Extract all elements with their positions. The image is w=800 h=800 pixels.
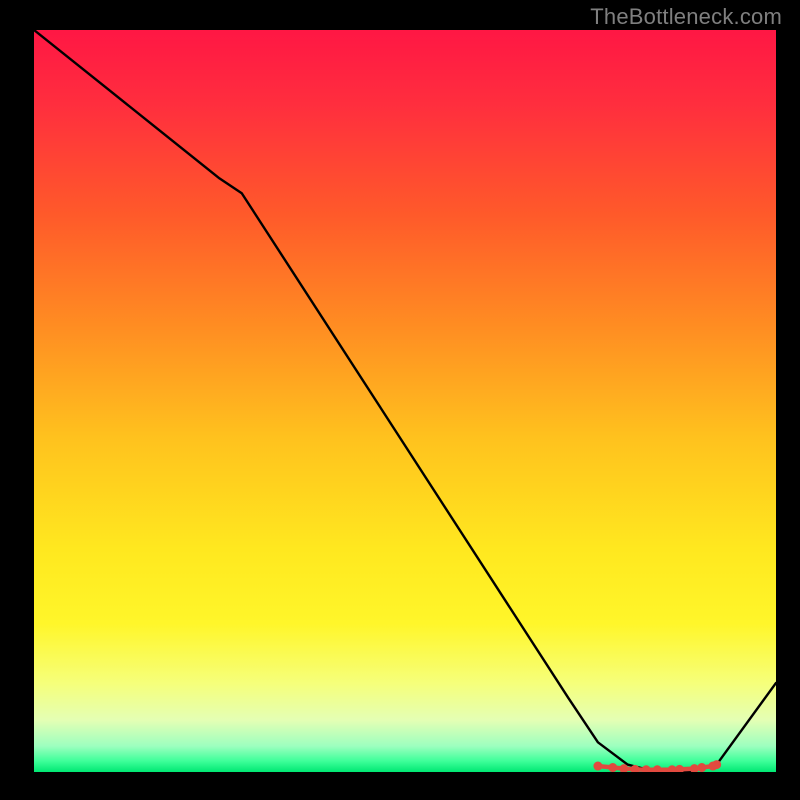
plot-area bbox=[34, 30, 776, 772]
chart-svg bbox=[34, 30, 776, 772]
marker-point bbox=[712, 760, 721, 769]
gradient-background bbox=[34, 30, 776, 772]
chart-container: TheBottleneck.com bbox=[0, 0, 800, 800]
watermark-text: TheBottleneck.com bbox=[590, 4, 782, 30]
